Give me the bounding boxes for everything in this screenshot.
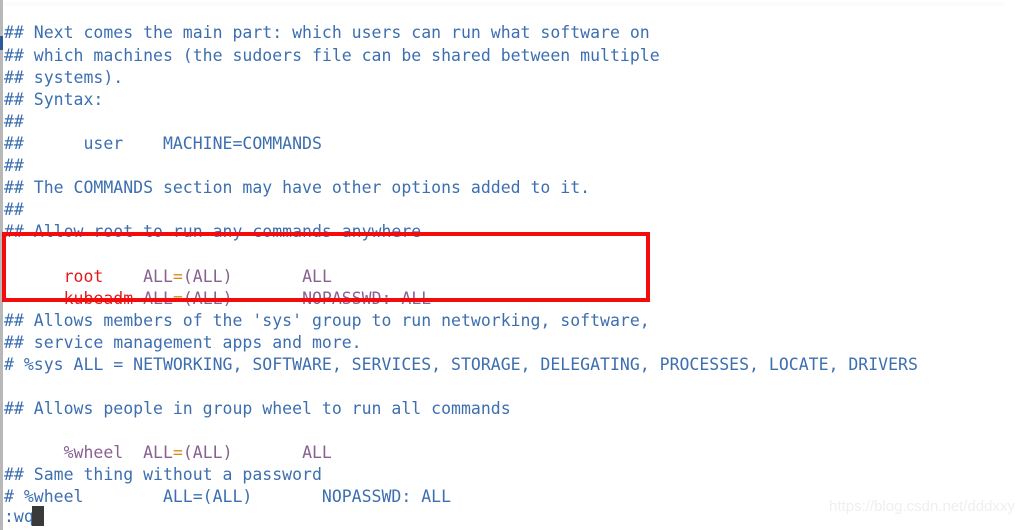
editor-line: ## which machines (the sudoers file can … bbox=[4, 46, 660, 65]
sudoers-rule-wheel[interactable]: %wheel ALL=(ALL) ALL bbox=[4, 420, 332, 486]
rule-commands: NOPASSWD: ALL bbox=[302, 289, 432, 308]
editor-line: ## Next comes the main part: which users… bbox=[4, 23, 650, 42]
editor-line: ## user MACHINE=COMMANDS bbox=[4, 134, 322, 153]
sudoers-rule-kubeadm[interactable]: kubeadm ALL=(ALL) NOPASSWD: ALL bbox=[4, 266, 432, 332]
rule-user: kubeadm bbox=[63, 289, 134, 308]
rule-group: %wheel bbox=[63, 443, 124, 462]
editor-line: # %sys ALL = NETWORKING, SOFTWARE, SERVI… bbox=[4, 355, 918, 374]
rule-gap bbox=[133, 289, 143, 308]
editor-line: ## bbox=[4, 112, 24, 131]
rule-runas-spec: (ALL) bbox=[182, 443, 233, 462]
editor-line: ## service management apps and more. bbox=[4, 333, 362, 352]
rule-gap bbox=[123, 443, 143, 462]
editor-line: ## systems). bbox=[4, 68, 124, 87]
vim-command-line[interactable]: :wq bbox=[4, 506, 34, 528]
editor-line: ## bbox=[4, 200, 24, 219]
rule-commands: ALL bbox=[302, 443, 332, 462]
rule-gap bbox=[233, 289, 303, 308]
editor-line: ## Syntax: bbox=[4, 90, 104, 109]
rule-host-spec-left: ALL bbox=[143, 443, 173, 462]
rule-operator: = bbox=[172, 289, 183, 308]
watermark-text: https://blog.csdn.net/dddxxy bbox=[829, 498, 1015, 515]
editor-line: # %wheel ALL=(ALL) NOPASSWD: ALL bbox=[4, 487, 452, 506]
rule-gap bbox=[233, 443, 303, 462]
editor-line: ## bbox=[4, 156, 24, 175]
text-cursor bbox=[32, 506, 44, 526]
editor-line: ## Allows people in group wheel to run a… bbox=[4, 399, 511, 418]
editor-line: ## Allow root to run any commands anywhe… bbox=[4, 222, 422, 241]
rule-runas-spec: (ALL) bbox=[182, 289, 233, 308]
rule-operator: = bbox=[172, 443, 183, 462]
rule-host-spec-left: ALL bbox=[143, 289, 173, 308]
editor-line: ## The COMMANDS section may have other o… bbox=[4, 178, 591, 197]
terminal-window: ## Next comes the main part: which users… bbox=[0, 0, 1023, 530]
vim-text-buffer[interactable]: ## Next comes the main part: which users… bbox=[0, 0, 1023, 530]
